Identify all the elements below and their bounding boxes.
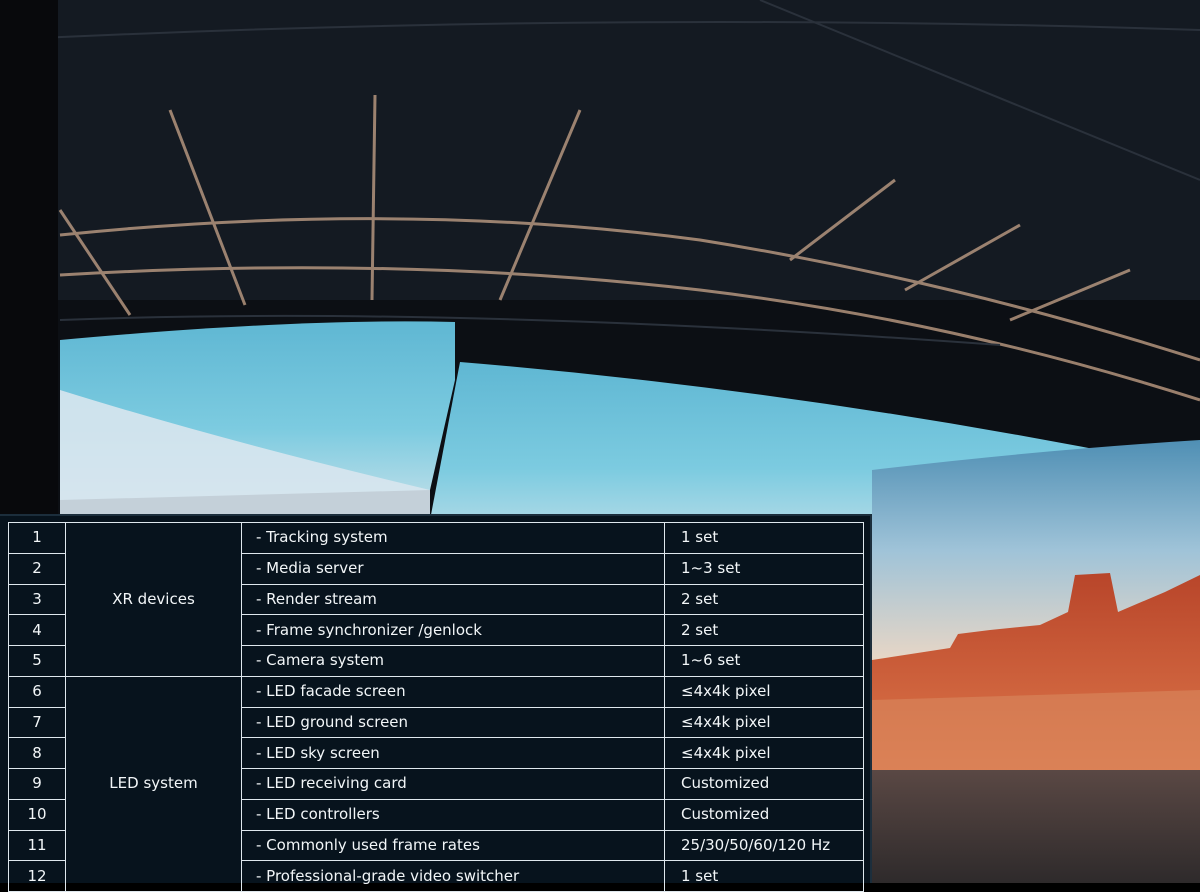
- item-value: 1 set: [664, 522, 864, 554]
- item-value: 1~6 set: [664, 645, 864, 677]
- table-row: 6 LED system - LED facade screen ≤4x4k p…: [8, 675, 864, 892]
- item-name: - Camera system: [241, 645, 665, 677]
- row-number: 2: [8, 552, 66, 585]
- row-number: 12: [8, 860, 66, 892]
- item-value: 1 set: [664, 860, 864, 892]
- item-value: ≤4x4k pixel: [664, 737, 864, 769]
- item-name: - Commonly used frame rates: [241, 829, 665, 862]
- item-value: 25/30/50/60/120 Hz: [664, 829, 864, 862]
- item-value: Customized: [664, 798, 864, 831]
- item-value: ≤4x4k pixel: [664, 706, 864, 739]
- item-name: - Render stream: [241, 583, 665, 616]
- spec-table-panel: 1 XR devices - Tracking system 1 set 2 -…: [0, 514, 872, 892]
- item-value: 1~3 set: [664, 552, 864, 585]
- item-value: 2 set: [664, 614, 864, 646]
- row-number: 11: [8, 829, 66, 862]
- row-number: 6: [8, 675, 66, 708]
- row-number: 5: [8, 645, 66, 677]
- item-name: - Professional-grade video switcher: [241, 860, 665, 892]
- item-name: - LED ground screen: [241, 706, 665, 739]
- group-label: XR devices: [65, 522, 242, 677]
- item-name: - LED sky screen: [241, 737, 665, 769]
- row-number: 4: [8, 614, 66, 646]
- spec-table: 1 XR devices - Tracking system 1 set 2 -…: [8, 522, 864, 892]
- row-number: 8: [8, 737, 66, 769]
- item-name: - LED receiving card: [241, 768, 665, 800]
- row-number: 10: [8, 798, 66, 831]
- item-name: - LED controllers: [241, 798, 665, 831]
- group-label: LED system: [65, 675, 242, 892]
- row-number: 7: [8, 706, 66, 739]
- table-row: 1 XR devices - Tracking system 1 set: [8, 522, 864, 677]
- item-value: 2 set: [664, 583, 864, 616]
- item-value: Customized: [664, 768, 864, 800]
- row-number: 1: [8, 522, 66, 554]
- row-number: 3: [8, 583, 66, 616]
- item-name: - Tracking system: [241, 522, 665, 554]
- item-name: - Media server: [241, 552, 665, 585]
- item-name: - Frame synchronizer /genlock: [241, 614, 665, 646]
- row-number: 9: [8, 768, 66, 800]
- item-name: - LED facade screen: [241, 675, 665, 708]
- item-value: ≤4x4k pixel: [664, 675, 864, 708]
